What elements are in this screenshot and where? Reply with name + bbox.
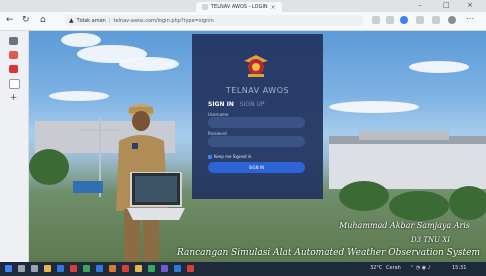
tab-login[interactable]: TELNAV AWOS - LOGIN × — [196, 2, 282, 12]
equipment-box — [73, 181, 103, 193]
password-input[interactable] — [208, 136, 305, 147]
tree — [29, 149, 69, 185]
weather-desc[interactable]: Cerah — [386, 265, 401, 271]
maximize-button[interactable]: □ — [443, 1, 450, 9]
warning-icon: ▲ — [69, 17, 74, 24]
security-label: Tidak aman — [76, 17, 106, 24]
telnav-logo-icon — [244, 55, 268, 77]
sidebar-page-icon[interactable] — [9, 79, 20, 89]
username-input[interactable] — [208, 117, 305, 128]
sidebar-app-icon[interactable] — [9, 51, 18, 59]
collections-icon[interactable] — [432, 16, 440, 24]
favicon-icon — [202, 4, 208, 10]
building-sign — [359, 131, 449, 140]
tab-close-icon[interactable]: × — [271, 4, 276, 11]
tab-bar: TELNAV AWOS - LOGIN × – □ × — [0, 0, 486, 12]
tab-signin[interactable]: SIGN IN — [208, 101, 234, 108]
cloud — [49, 91, 109, 101]
checkbox-icon[interactable] — [208, 154, 212, 159]
keep-signed-in-label: Keep me Signed in — [214, 154, 252, 159]
browser-toolbar: ← ↻ ⌂ ▲ Tidak aman | telnav-awos.com/log… — [0, 12, 486, 31]
caption-unit: D3 TNU XI — [411, 236, 450, 244]
read-aloud-icon[interactable] — [372, 16, 380, 24]
app-icon[interactable] — [96, 265, 103, 272]
tab-title: TELNAV AWOS - LOGIN — [211, 4, 268, 10]
brand-title: TELNAV AWOS — [225, 86, 290, 95]
zoom-icon[interactable] — [386, 16, 394, 24]
keep-signed-in[interactable]: Keep me Signed in — [208, 154, 251, 159]
tray-icons[interactable]: ⌃ ◔ ◉ ♪ — [410, 265, 431, 271]
sidebar: + — [0, 31, 29, 262]
cloud — [329, 101, 419, 113]
cloud — [119, 57, 179, 71]
weather-temp[interactable]: 32°C — [370, 265, 382, 271]
tree — [449, 186, 486, 220]
app-icon[interactable] — [161, 265, 168, 272]
taskbar: 32°C Cerah ⌃ ◔ ◉ ♪ 15:31 — [0, 262, 486, 276]
tab-signup[interactable]: SIGN UP — [240, 101, 265, 108]
cloud — [409, 61, 469, 73]
app-icon[interactable] — [109, 265, 116, 272]
tree — [339, 181, 389, 211]
search-icon[interactable] — [18, 265, 25, 272]
caption-name: Muhammad Akbar Samjaya Aris — [339, 221, 470, 230]
refresh-icon[interactable]: ↻ — [22, 15, 30, 25]
sidebar-app-icon[interactable] — [9, 65, 18, 73]
login-panel: TELNAV AWOS SIGN IN SIGN UP Username Pass… — [192, 34, 323, 199]
clock[interactable]: 15:31 — [452, 265, 466, 271]
app-icon[interactable] — [174, 265, 181, 272]
app-icon[interactable] — [83, 265, 90, 272]
laptop-image — [127, 172, 185, 220]
address-bar[interactable]: ▲ Tidak aman | telnav-awos.com/login.php… — [64, 15, 364, 26]
sidebar-add-icon[interactable]: + — [9, 93, 18, 103]
close-window-button[interactable]: × — [467, 1, 473, 9]
url-separator: | — [108, 17, 111, 24]
signin-button[interactable]: SIGN IN — [208, 162, 305, 173]
file-explorer-icon[interactable] — [44, 265, 51, 272]
task-view-icon[interactable] — [31, 265, 38, 272]
auth-tabs: SIGN IN SIGN UP — [208, 101, 264, 108]
minimize-button[interactable]: – — [418, 1, 422, 9]
back-icon[interactable]: ← — [6, 15, 14, 25]
url-text: telnav-awos.com/login.php?type=signin — [113, 17, 214, 24]
cloud — [61, 33, 101, 47]
app-icon[interactable] — [122, 265, 129, 272]
wind-vane-arm — [79, 129, 119, 131]
page-viewport: TELNAV AWOS SIGN IN SIGN UP Username Pass… — [29, 31, 486, 262]
edge-icon[interactable] — [57, 265, 64, 272]
more-menu-icon[interactable]: ⋯ — [466, 14, 474, 23]
caption-title: Rancangan Simulasi Alat Automated Weathe… — [177, 248, 480, 258]
start-icon[interactable] — [5, 265, 12, 272]
tree — [389, 191, 449, 221]
app-icon[interactable] — [148, 265, 155, 272]
app-icon[interactable] — [135, 265, 142, 272]
extensions-icon[interactable] — [416, 16, 424, 24]
app-icon[interactable] — [70, 265, 77, 272]
home-icon[interactable]: ⌂ — [40, 15, 46, 25]
sidebar-tabs-icon[interactable] — [9, 37, 18, 45]
profile-avatar[interactable] — [448, 16, 456, 24]
app-icon[interactable] — [187, 265, 194, 272]
favorite-star-icon[interactable] — [400, 16, 408, 24]
